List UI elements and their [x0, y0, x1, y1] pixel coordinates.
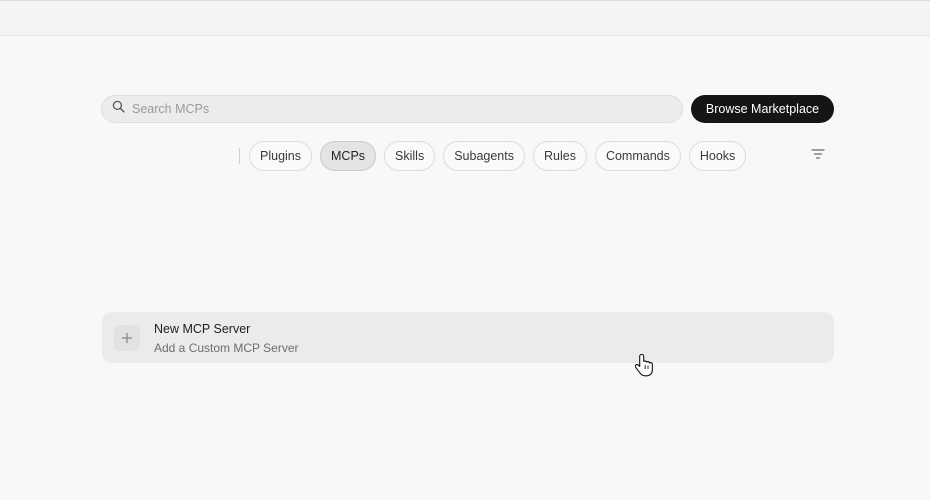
- category-tabs: Plugins MCPs Skills Subagents Rules Comm…: [249, 141, 747, 171]
- tab-plugins[interactable]: Plugins: [249, 141, 312, 171]
- filter-button[interactable]: [808, 148, 828, 164]
- tab-skills[interactable]: Skills: [384, 141, 436, 171]
- search-bar[interactable]: [101, 95, 683, 123]
- new-server-subtitle: Add a Custom MCP Server: [154, 341, 299, 355]
- tab-commands[interactable]: Commands: [594, 141, 681, 171]
- tab-subagents[interactable]: Subagents: [443, 141, 525, 171]
- plus-icon: [114, 325, 140, 351]
- search-input[interactable]: [132, 102, 652, 116]
- filter-icon: [811, 147, 825, 165]
- browse-marketplace-button[interactable]: Browse Marketplace: [691, 95, 834, 123]
- tab-divider: [239, 148, 240, 164]
- new-mcp-server-card[interactable]: New MCP Server Add a Custom MCP Server: [102, 312, 834, 363]
- top-bar: [0, 0, 930, 36]
- tab-mcps[interactable]: MCPs: [320, 141, 377, 171]
- new-server-title: New MCP Server: [154, 322, 251, 336]
- tab-rules[interactable]: Rules: [532, 141, 587, 171]
- search-icon: [112, 100, 125, 118]
- tab-hooks[interactable]: Hooks: [688, 141, 747, 171]
